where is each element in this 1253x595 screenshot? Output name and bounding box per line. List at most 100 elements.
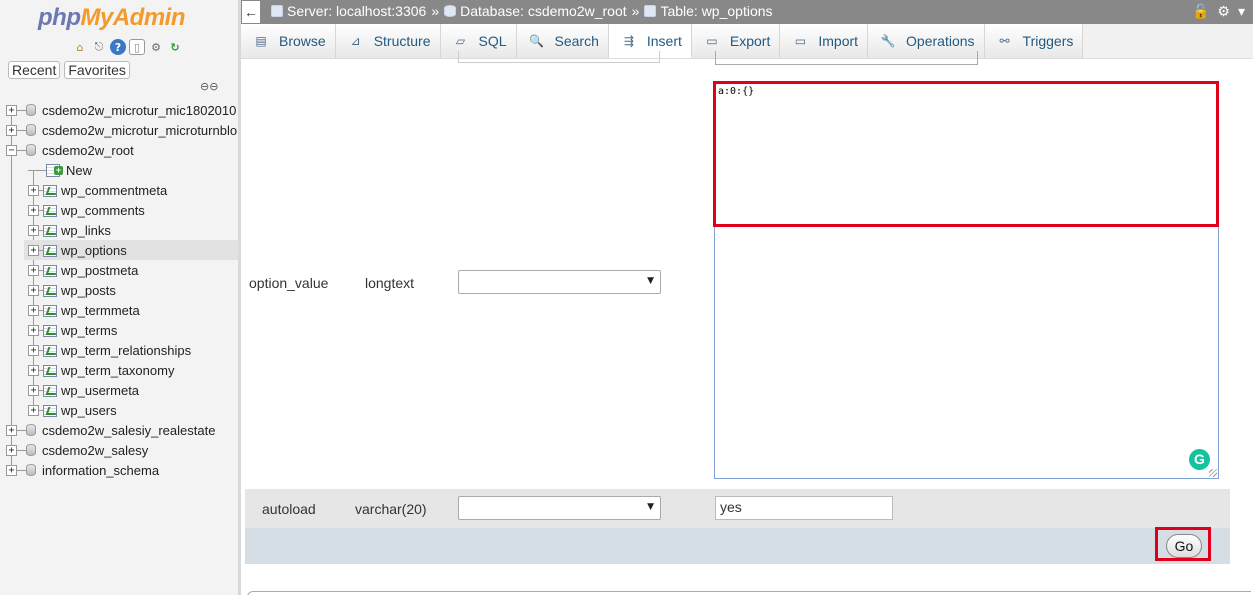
tree-db-item[interactable]: + csdemo2w_salesy (6, 440, 238, 460)
expand-icon[interactable]: + (28, 304, 39, 316)
expand-icon[interactable]: + (28, 324, 39, 336)
table-label[interactable]: wp_options (61, 243, 127, 258)
tab-structure[interactable]: ⊿ Structure (335, 24, 441, 58)
table-label[interactable]: wp_term_taxonomy (61, 363, 174, 378)
db-label[interactable]: information_schema (42, 463, 159, 478)
tree-table-item[interactable]: + wp_usermeta (6, 380, 238, 400)
tab-label: Operations (906, 33, 975, 49)
grammarly-icon[interactable]: G (1189, 449, 1210, 470)
tree-db-item[interactable]: + information_schema (6, 460, 238, 480)
function-select[interactable] (458, 270, 661, 294)
expand-icon[interactable]: + (6, 424, 17, 436)
documentation-icon[interactable]: ▯ (129, 39, 145, 55)
recent-tab[interactable]: Recent (8, 61, 61, 79)
tab-browse[interactable]: ▤ Browse (241, 24, 336, 58)
tree-new-item[interactable]: New (6, 160, 238, 180)
link-icon[interactable]: ⊖⊖ (200, 80, 218, 93)
db-label[interactable]: csdemo2w_microtur_mic1802010 (42, 103, 236, 118)
tab-triggers[interactable]: ⚯ Triggers (984, 24, 1084, 58)
tree-table-item-active[interactable]: + wp_options (24, 240, 238, 260)
table-label[interactable]: wp_termmeta (61, 303, 140, 318)
tree-table-item[interactable]: + wp_term_relationships (6, 340, 238, 360)
expand-icon[interactable]: + (28, 364, 39, 376)
tree-table-item[interactable]: + wp_termmeta (6, 300, 238, 320)
expand-icon[interactable]: + (6, 104, 17, 116)
collapse-nav-button[interactable]: ← (241, 0, 261, 24)
table-icon (43, 324, 57, 337)
collapse-icon[interactable]: − (6, 144, 17, 156)
expand-icon[interactable]: + (28, 184, 39, 196)
table-label[interactable]: wp_comments (61, 203, 145, 218)
table-label[interactable]: wp_users (61, 403, 117, 418)
database-icon (444, 5, 457, 17)
tree-db-item[interactable]: + csdemo2w_microtur_microturnblo (6, 120, 238, 140)
navigation-panel: phpMyAdmin ⌂ ⎋ ? ▯ ⚙ ↻ Recent Favorites … (0, 0, 238, 595)
tree-table-item[interactable]: + wp_comments (6, 200, 238, 220)
expand-icon[interactable]: + (6, 124, 17, 136)
exit-icon[interactable]: ⎋ (91, 39, 107, 55)
browse-icon: ▤ (255, 34, 267, 48)
breadcrumb-table[interactable]: Table: wp_options (660, 3, 772, 19)
tree-table-item[interactable]: + wp_commentmeta (6, 180, 238, 200)
expand-icon[interactable]: + (6, 464, 17, 476)
tree-table-item[interactable]: + wp_postmeta (6, 260, 238, 280)
breadcrumb: Server: localhost:3306 » Database: csdem… (271, 3, 773, 19)
reload-icon[interactable]: ↻ (167, 39, 183, 55)
expand-icon[interactable]: + (28, 344, 39, 356)
table-label[interactable]: wp_links (61, 223, 111, 238)
function-select[interactable] (458, 496, 661, 520)
gear-icon[interactable]: ⚙ (1217, 3, 1230, 20)
expand-icon[interactable]: + (28, 264, 39, 276)
expand-icon[interactable]: + (28, 204, 39, 216)
breadcrumb-database[interactable]: Database: csdemo2w_root (460, 3, 627, 19)
export-icon: ▭ (706, 34, 718, 48)
column-name: option_value (249, 275, 329, 291)
wrench-icon: 🔧 (880, 34, 896, 48)
tree-db-item[interactable]: − csdemo2w_root (6, 140, 238, 160)
table-label[interactable]: wp_terms (61, 323, 117, 338)
db-label[interactable]: csdemo2w_salesy (42, 443, 148, 458)
chevron-down-icon[interactable]: ▾ (1238, 3, 1245, 20)
import-icon: ▭ (794, 34, 807, 48)
tree-connector (17, 469, 26, 471)
db-label[interactable]: csdemo2w_salesiy_realestate (42, 423, 215, 438)
tree-table-item[interactable]: + wp_users (6, 400, 238, 420)
table-label[interactable]: wp_posts (61, 283, 116, 298)
previous-row-select[interactable] (458, 51, 660, 63)
db-label[interactable]: csdemo2w_microtur_microturnblo (42, 123, 237, 138)
tree-table-item[interactable]: + wp_term_taxonomy (6, 360, 238, 380)
expand-icon[interactable]: + (6, 444, 17, 456)
insert-icon: ⇶ (623, 33, 634, 48)
expand-icon[interactable]: + (28, 224, 39, 236)
favorites-tab[interactable]: Favorites (64, 61, 130, 79)
tree-db-item[interactable]: + csdemo2w_salesiy_realestate (6, 420, 238, 440)
table-label[interactable]: wp_usermeta (61, 383, 139, 398)
new-label[interactable]: New (66, 163, 92, 178)
table-label[interactable]: wp_commentmeta (61, 183, 167, 198)
tab-label: Structure (373, 33, 431, 49)
autoload-input[interactable]: yes (715, 496, 893, 520)
expand-icon[interactable]: + (28, 404, 39, 416)
phpmyadmin-logo[interactable]: phpMyAdmin (38, 4, 185, 32)
expand-icon[interactable]: + (28, 284, 39, 296)
tree-table-item[interactable]: + wp_terms (6, 320, 238, 340)
tree-table-item[interactable]: + wp_links (6, 220, 238, 240)
tree-db-item[interactable]: + csdemo2w_microtur_mic1802010 (6, 100, 238, 120)
tree-table-item[interactable]: + wp_posts (6, 280, 238, 300)
table-label[interactable]: wp_postmeta (61, 263, 138, 278)
help-icon[interactable]: ? (110, 39, 126, 55)
previous-row-textarea[interactable] (715, 51, 978, 65)
nav-resizer[interactable] (238, 0, 241, 595)
home-icon[interactable]: ⌂ (72, 39, 88, 55)
table-label[interactable]: wp_term_relationships (61, 343, 191, 358)
db-label[interactable]: csdemo2w_root (42, 143, 134, 158)
new-table-icon (46, 163, 63, 177)
lock-icon[interactable]: 🔓 (1192, 3, 1209, 20)
expand-icon[interactable]: + (28, 244, 39, 256)
table-icon (644, 5, 657, 17)
settings-icon[interactable]: ⚙ (148, 39, 164, 55)
resize-handle[interactable] (1209, 469, 1217, 477)
expand-icon[interactable]: + (28, 384, 39, 396)
table-icon (43, 204, 57, 217)
breadcrumb-server[interactable]: Server: localhost:3306 (287, 3, 426, 19)
